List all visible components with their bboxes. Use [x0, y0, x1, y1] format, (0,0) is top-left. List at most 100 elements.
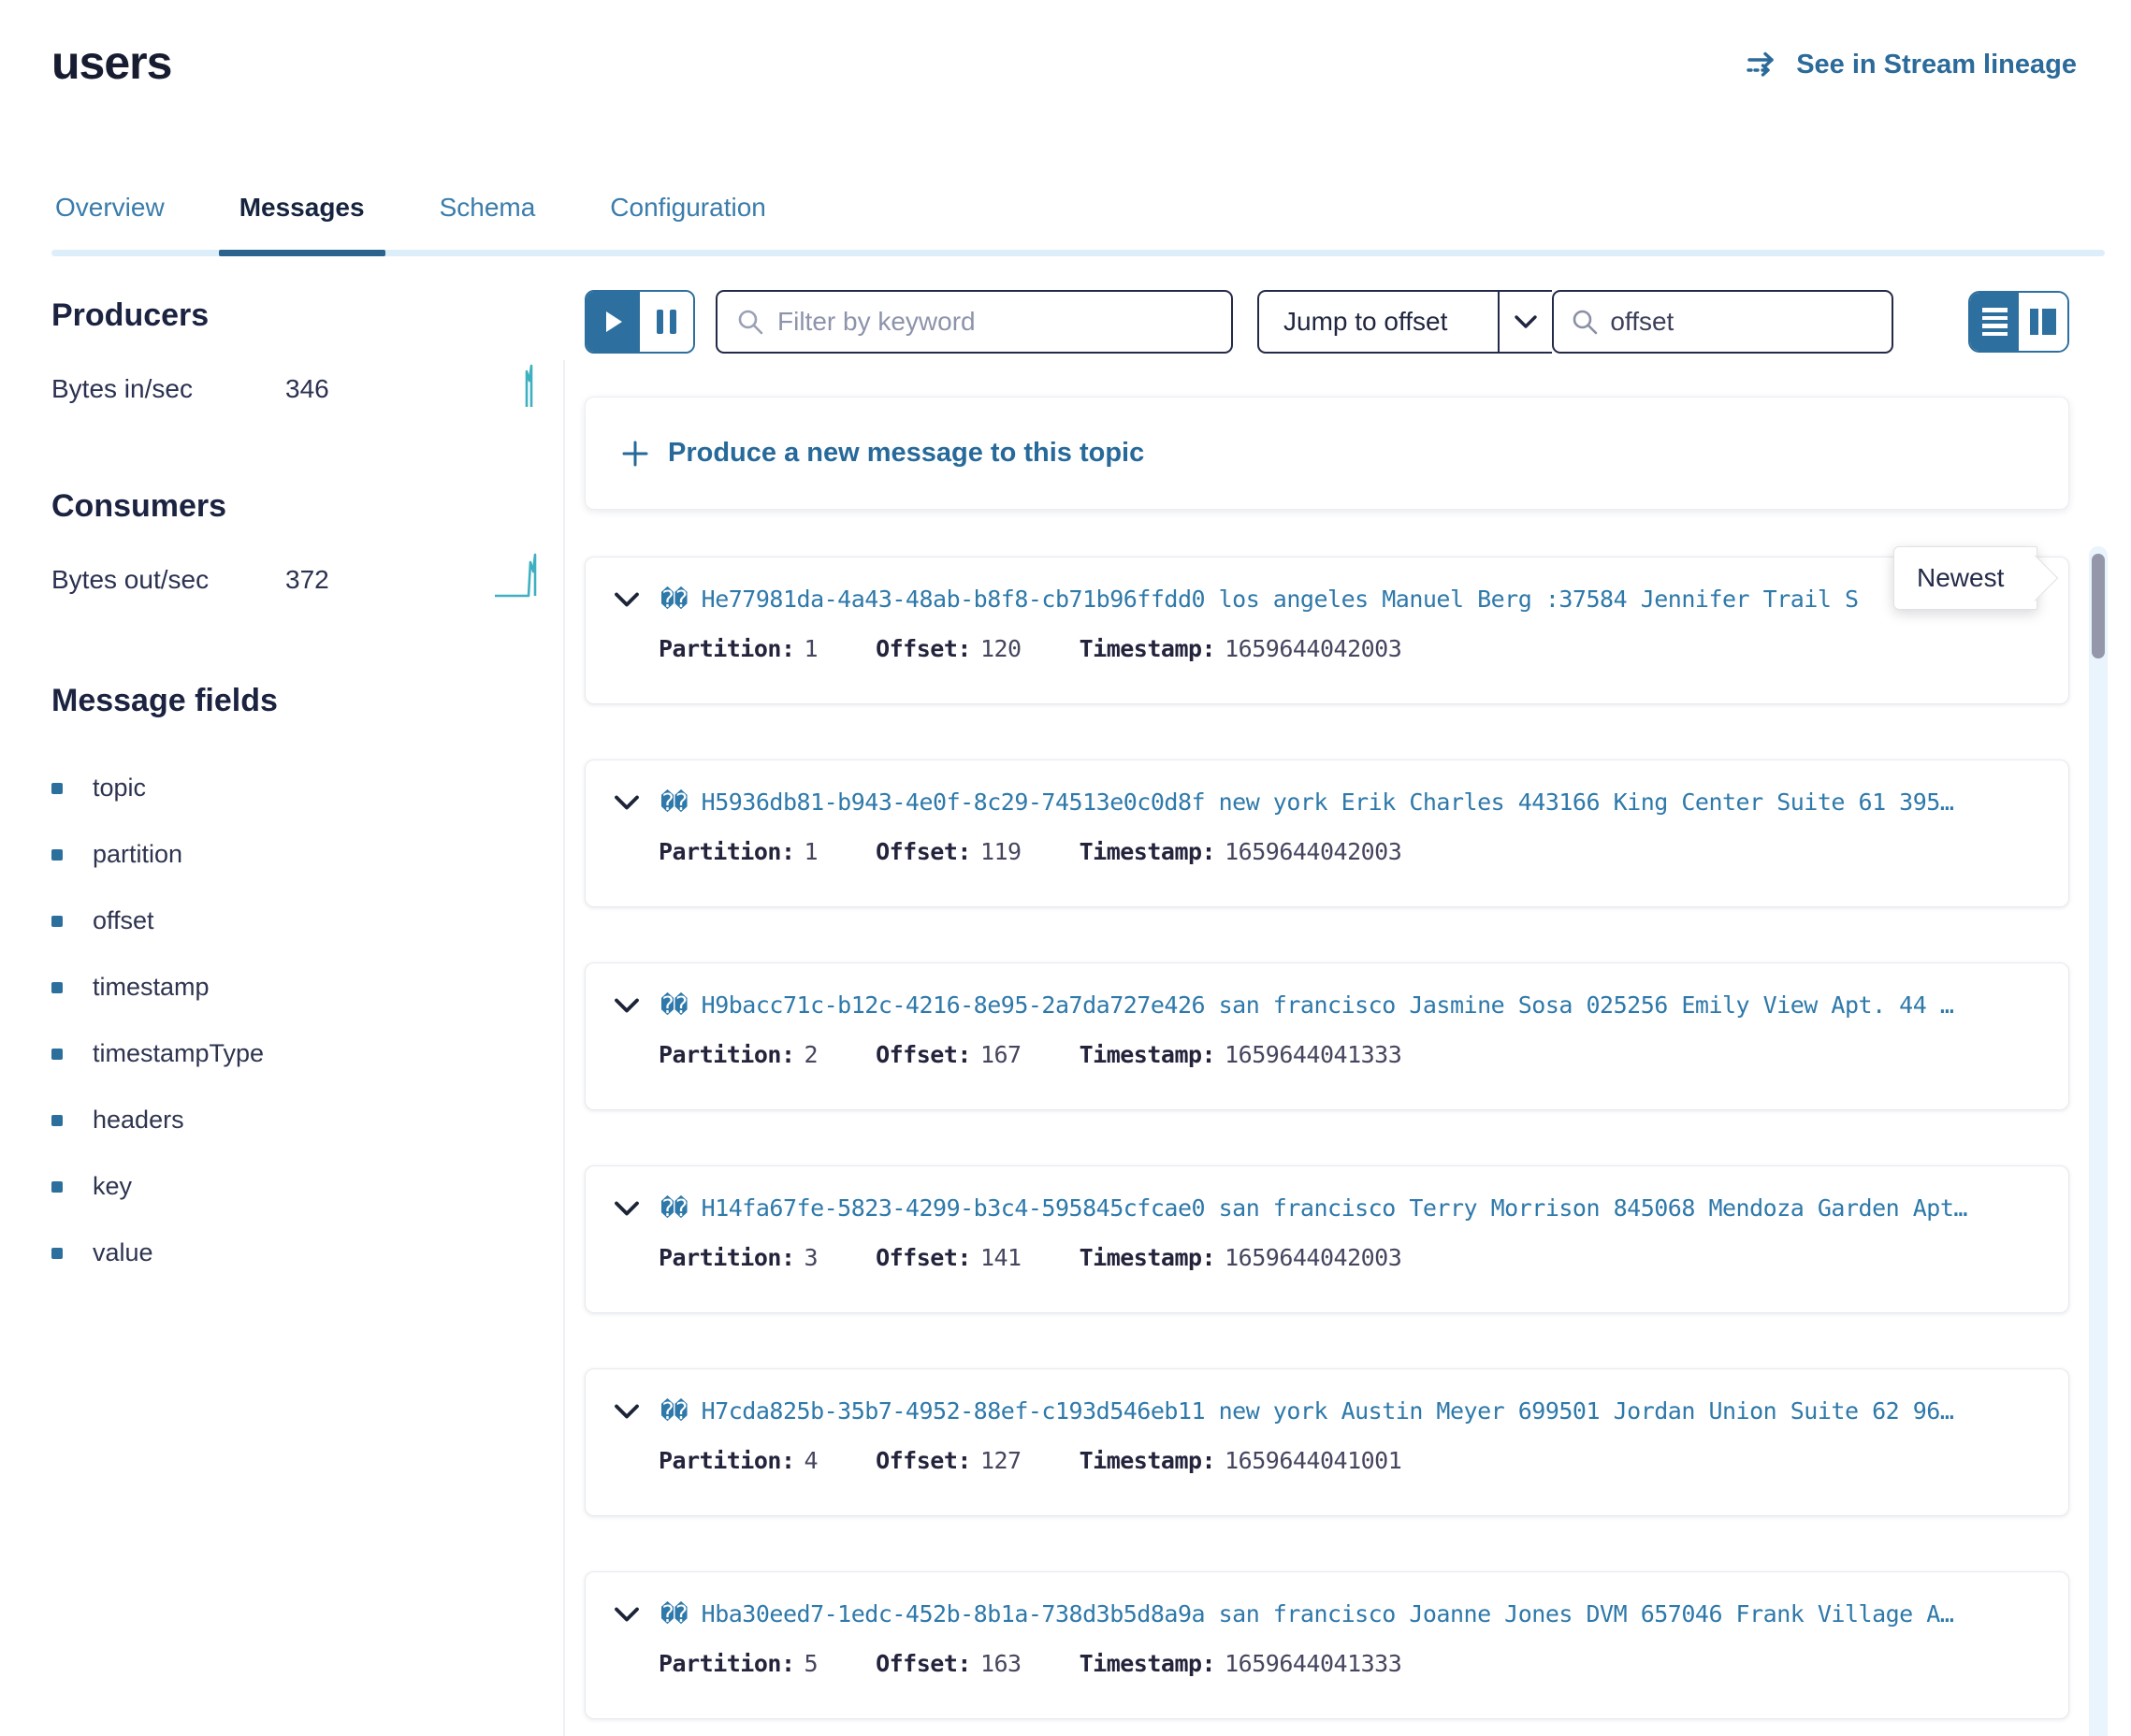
offset-label: Offset: — [876, 635, 971, 662]
stream-lineage-label: See in Stream lineage — [1796, 50, 2077, 80]
message-key-value[interactable]: �� H7cda825b-35b7-4952-88ef-c193d546eb11… — [660, 1397, 1953, 1425]
expand-chevron-icon[interactable] — [614, 794, 640, 811]
timestamp-value: 1659644042003 — [1225, 1244, 1401, 1271]
bytes-in-value: 346 — [285, 374, 407, 404]
expand-chevron-icon[interactable] — [614, 997, 640, 1014]
pause-button[interactable] — [640, 292, 693, 352]
offset-input-value: offset — [1610, 307, 1674, 337]
view-mode-toggle — [1968, 291, 2069, 353]
stream-lineage-link[interactable]: See in Stream lineage — [1746, 49, 2077, 80]
message-card: �� Hba30eed7-1edc-452b-8b1a-738d3b5d8a9a… — [585, 1571, 2069, 1719]
message-key-value[interactable]: �� H14fa67fe-5823-4299-b3c4-595845cfcae0… — [660, 1194, 1967, 1222]
timestamp-value: 1659644042003 — [1225, 838, 1401, 865]
offset-search-icon — [1571, 308, 1599, 336]
message-meta: Partition:1 Offset:119 Timestamp:1659644… — [614, 838, 2046, 865]
offset-label: Offset: — [876, 838, 971, 865]
tab-bar: Overview Messages Schema Configuration — [51, 185, 2105, 256]
field-bullet-icon — [51, 1049, 63, 1060]
timestamp-value: 1659644041333 — [1225, 1041, 1401, 1068]
produce-message-label: Produce a new message to this topic — [668, 438, 1144, 469]
message-field-item-timestamp[interactable]: timestamp — [51, 954, 538, 1020]
timestamp-label: Timestamp: — [1080, 1041, 1216, 1068]
field-bullet-icon — [51, 1115, 63, 1126]
message-field-item-topic[interactable]: topic — [51, 755, 538, 821]
partition-value: 4 — [805, 1447, 819, 1474]
offset-label: Offset: — [876, 1650, 971, 1677]
chevron-down-icon — [1498, 292, 1552, 352]
column-view-button[interactable] — [2019, 293, 2067, 351]
list-view-button[interactable] — [1970, 293, 2019, 351]
message-card: �� H9bacc71c-b12c-4216-8e95-2a7da727e426… — [585, 962, 2069, 1110]
tab-overview[interactable]: Overview — [51, 185, 168, 256]
timestamp-label: Timestamp: — [1080, 838, 1216, 865]
message-meta: Partition:2 Offset:167 Timestamp:1659644… — [614, 1041, 2046, 1068]
jump-to-offset-select[interactable]: Jump to offset — [1257, 290, 1552, 354]
bytes-out-value: 372 — [285, 565, 407, 595]
play-icon — [603, 310, 624, 334]
message-field-item-headers[interactable]: headers — [51, 1087, 538, 1153]
timestamp-label: Timestamp: — [1080, 1447, 1216, 1474]
message-key-value[interactable]: �� H9bacc71c-b12c-4216-8e95-2a7da727e426… — [660, 991, 1953, 1019]
page-title: users — [51, 36, 171, 90]
expand-chevron-icon[interactable] — [614, 1606, 640, 1623]
tab-schema[interactable]: Schema — [436, 185, 540, 256]
jump-to-offset-value: Jump to offset — [1259, 307, 1498, 337]
partition-label: Partition: — [659, 838, 795, 865]
partition-label: Partition: — [659, 1447, 795, 1474]
tab-messages[interactable]: Messages — [236, 185, 369, 256]
list-view-icon — [1982, 308, 2008, 336]
filter-keyword-input[interactable]: Filter by keyword — [716, 290, 1233, 354]
field-bullet-icon — [51, 1248, 63, 1259]
offset-value: 163 — [980, 1650, 1022, 1677]
message-field-item-value[interactable]: value — [51, 1220, 538, 1286]
message-field-item-partition[interactable]: partition — [51, 821, 538, 888]
expand-chevron-icon[interactable] — [614, 1200, 640, 1217]
message-key-value[interactable]: �� Hba30eed7-1edc-452b-8b1a-738d3b5d8a9a… — [660, 1600, 1953, 1628]
produce-message-button[interactable]: Produce a new message to this topic — [585, 397, 2069, 510]
message-key-value[interactable]: �� H5936db81-b943-4e0f-8c29-74513e0c0d8f… — [660, 788, 1953, 816]
expand-chevron-icon[interactable] — [614, 591, 640, 608]
panel-divider — [563, 360, 565, 1736]
message-meta: Partition: 5 Offset: 163 Timestamp: 1659644… — [614, 1650, 2046, 1677]
message-field-item-offset[interactable]: offset — [51, 888, 538, 954]
message-key-value[interactable]: �� He77981da-4a43-48ab-b8f8-cb71b96ffdd0… — [660, 586, 1859, 613]
partition-value: 5 — [805, 1650, 819, 1677]
message-list: �� He77981da-4a43-48ab-b8f8-cb71b96ffdd0… — [585, 557, 2069, 1719]
offset-label: Offset: — [876, 1447, 971, 1474]
messages-toolbar: Filter by keyword Jump to offset offset — [585, 290, 2069, 354]
field-bullet-icon — [51, 849, 63, 861]
timestamp-value: 1659644041001 — [1225, 1447, 1401, 1474]
message-card: �� H7cda825b-35b7-4952-88ef-c193d546eb11… — [585, 1368, 2069, 1516]
tab-row: Overview Messages Schema Configuration — [51, 185, 2105, 256]
timestamp-value: 1659644041333 — [1225, 1650, 1401, 1677]
offset-value: 120 — [980, 635, 1022, 662]
search-icon — [736, 308, 764, 336]
filter-placeholder: Filter by keyword — [777, 307, 976, 337]
timestamp-label: Timestamp: — [1080, 635, 1216, 662]
offset-value: 119 — [980, 838, 1022, 865]
sidebar: Producers Bytes in/sec 346 Consumers Byt… — [51, 297, 538, 1286]
timestamp-label: Timestamp: — [1080, 1650, 1216, 1677]
partition-label: Partition: — [659, 635, 795, 662]
tab-configuration[interactable]: Configuration — [606, 185, 770, 256]
scrollbar-thumb[interactable] — [2092, 554, 2105, 658]
bytes-out-label: Bytes out/sec — [51, 565, 285, 595]
play-button[interactable] — [587, 292, 640, 352]
message-meta: Partition:1 Offset:120 Timestamp:1659644… — [614, 635, 2046, 662]
bytes-in-label: Bytes in/sec — [51, 374, 285, 404]
partition-label: Partition: — [659, 1650, 795, 1677]
field-bullet-icon — [51, 916, 63, 927]
consumers-sparkline-icon — [493, 553, 538, 606]
partition-value: 2 — [805, 1041, 819, 1068]
message-field-item-timestamptype[interactable]: timestampType — [51, 1020, 538, 1087]
newest-tooltip-label: Newest — [1917, 563, 2004, 593]
message-fields-list: topic partition offset timestamp timesta… — [51, 755, 538, 1286]
field-bullet-icon — [51, 783, 63, 794]
offset-value: 141 — [980, 1244, 1022, 1271]
expand-chevron-icon[interactable] — [614, 1403, 640, 1420]
scrollbar-track[interactable] — [2089, 546, 2108, 1736]
offset-value: 127 — [980, 1447, 1022, 1474]
message-field-item-key[interactable]: key — [51, 1153, 538, 1220]
partition-value: 3 — [805, 1244, 819, 1271]
offset-search-input[interactable]: offset — [1552, 290, 1893, 354]
